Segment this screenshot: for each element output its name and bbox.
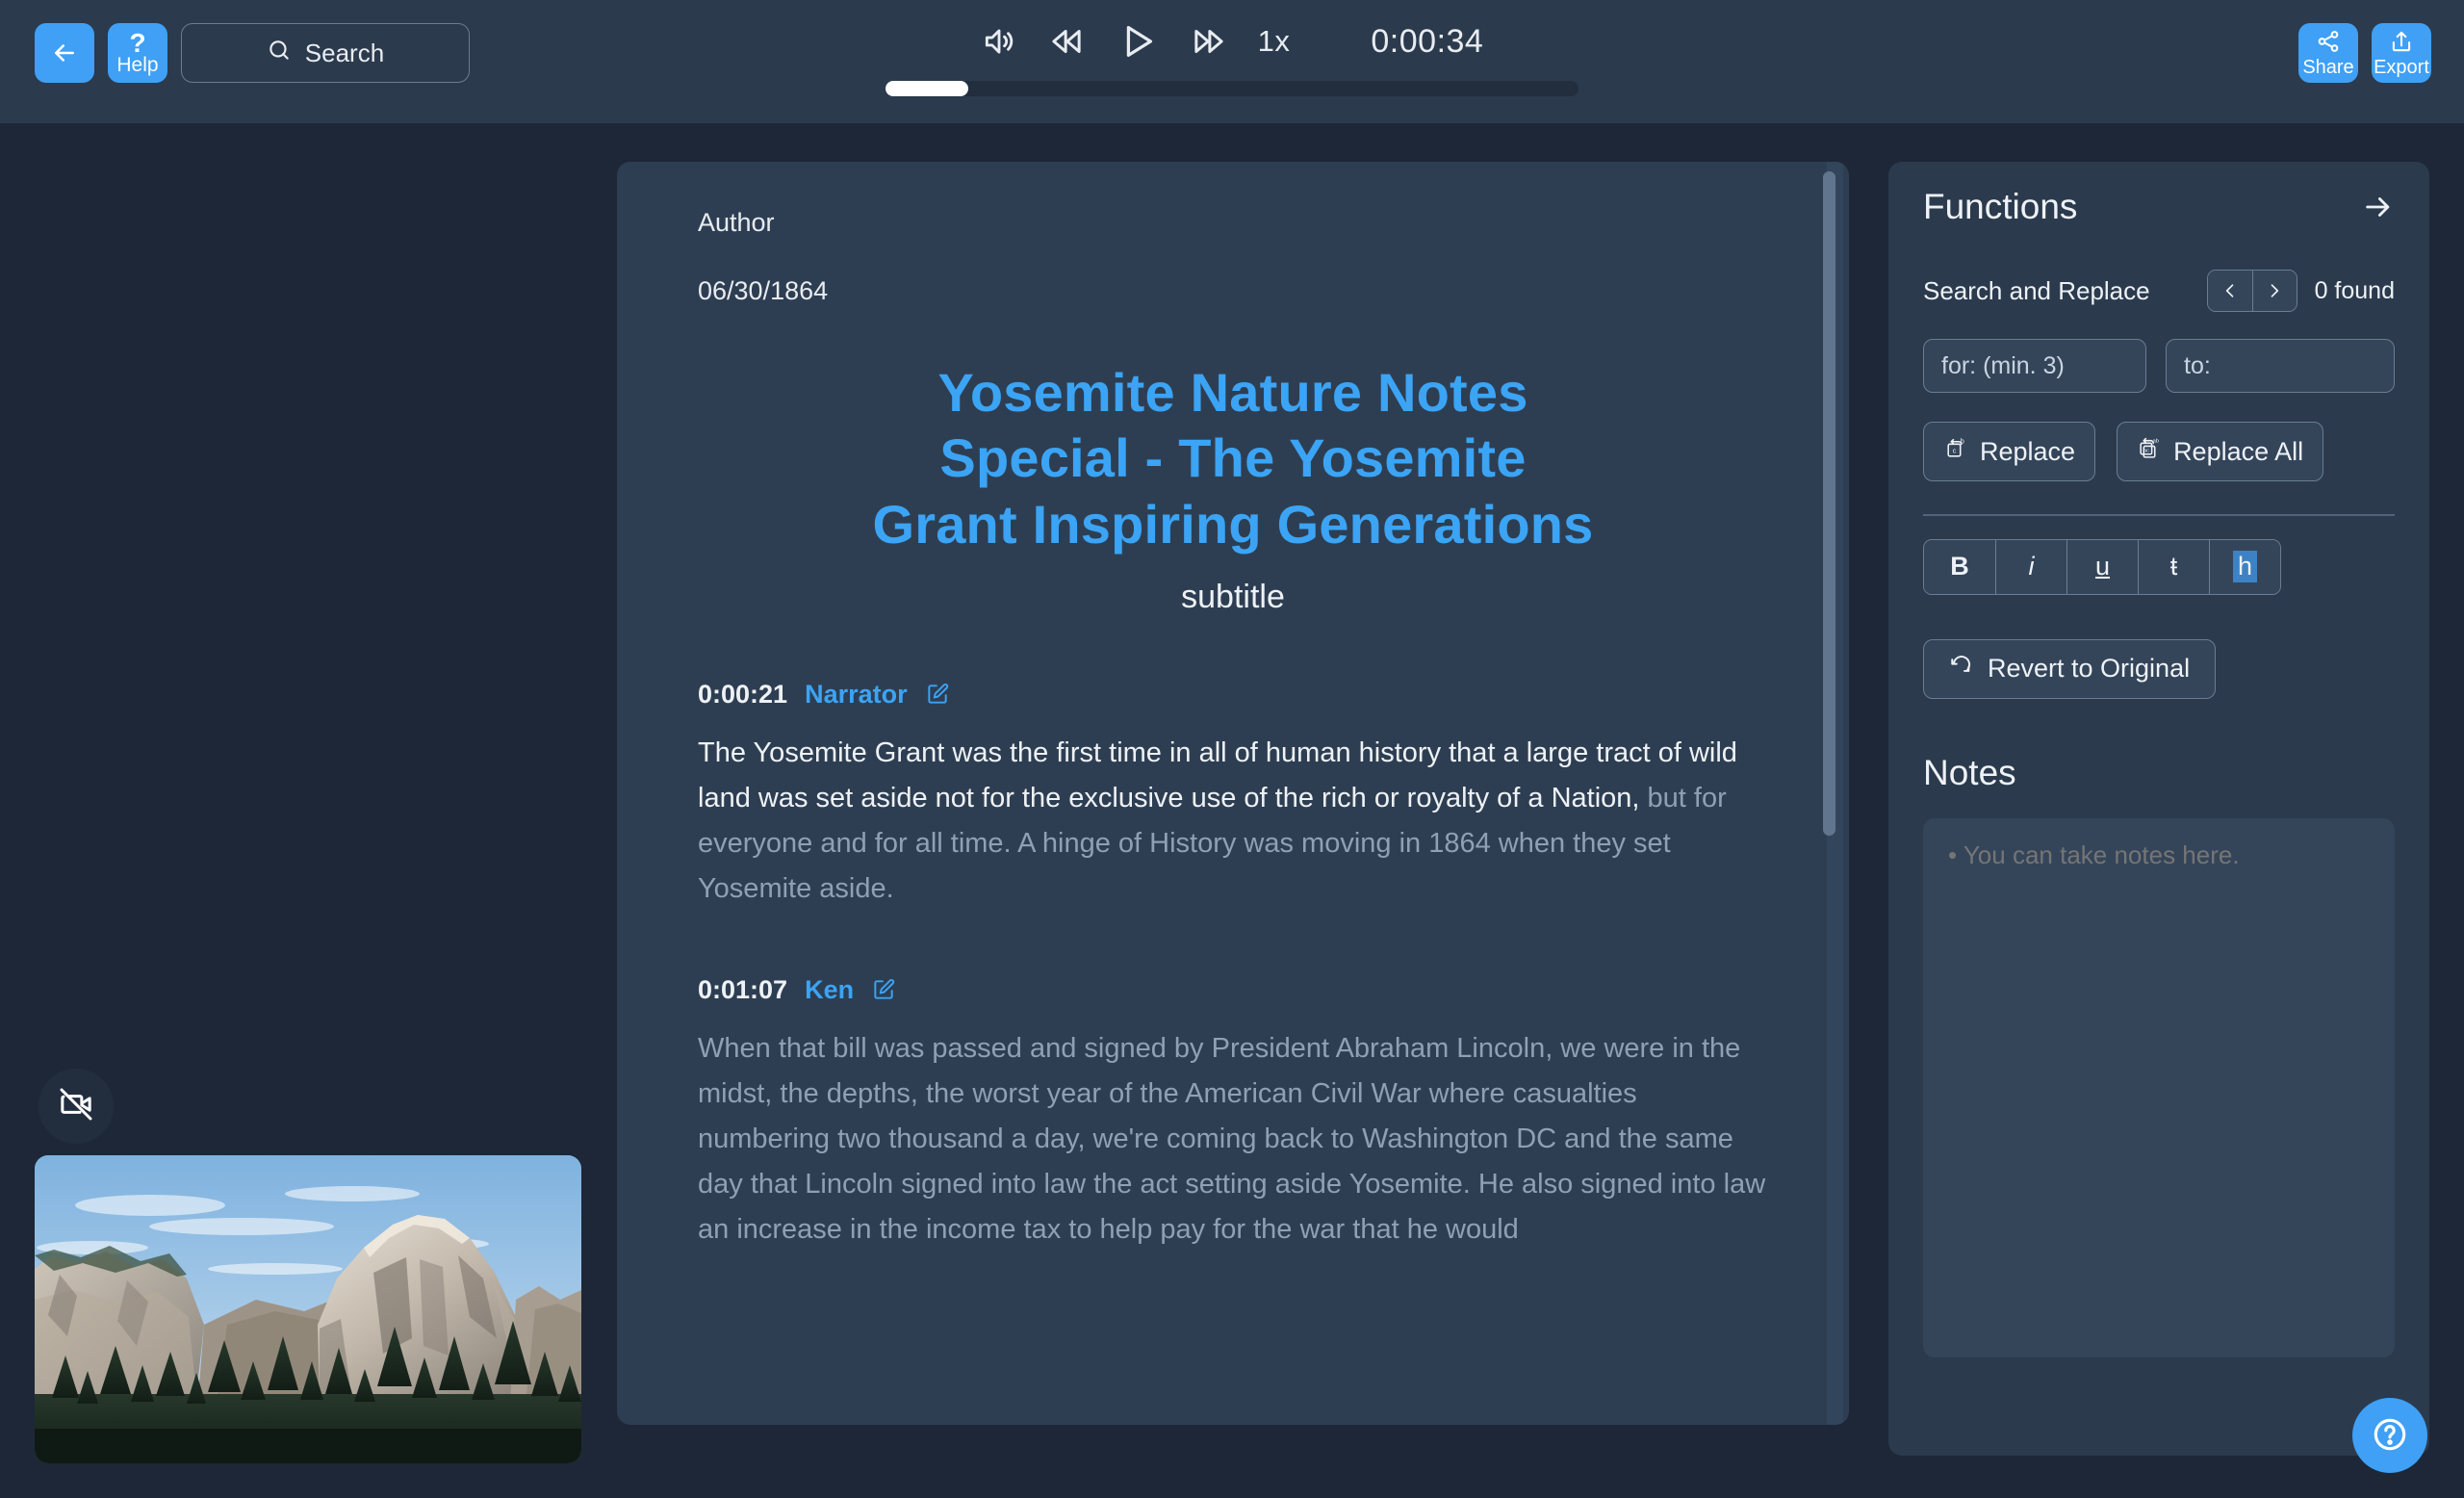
notes-textarea[interactable] xyxy=(1923,817,2395,1357)
transcript-document-card: Author 06/30/1864 Yosemite Nature Notes … xyxy=(617,162,1849,1425)
yosemite-half-dome-image xyxy=(35,1155,581,1463)
bold-button[interactable]: B xyxy=(1924,539,1995,594)
segment-speaker-name[interactable]: Ken xyxy=(805,975,854,1005)
strikethrough-label: ŧ xyxy=(2169,552,2178,581)
revert-button-label: Revert to Original xyxy=(1988,654,2191,683)
segment-text-unspoken: When that bill was passed and signed by … xyxy=(698,1032,1766,1245)
revert-row: Revert to Original xyxy=(1923,618,2395,699)
segment-header: 0:01:07 Ken xyxy=(698,975,1768,1005)
highlight-label: h xyxy=(2232,551,2258,582)
match-navigation xyxy=(2206,270,2297,312)
question-circle-icon xyxy=(2370,1414,2410,1458)
transcript-segment: 0:01:07 Ken When that bill was passed an… xyxy=(698,975,1768,1253)
rewind-icon[interactable] xyxy=(1046,21,1087,62)
functions-title: Functions xyxy=(1923,187,2078,226)
highlight-button[interactable]: h xyxy=(2209,539,2280,594)
progress-bar[interactable] xyxy=(886,81,1578,96)
document-date[interactable]: 06/30/1864 xyxy=(698,276,1768,306)
strikethrough-button[interactable]: ŧ xyxy=(2138,539,2209,594)
replace-all-button[interactable]: ac ab Replace All xyxy=(2117,422,2324,481)
player-buttons-row: 1x 0:00:34 xyxy=(981,12,1484,71)
help-button[interactable]: ? Help xyxy=(108,23,167,83)
replace-button-label: Replace xyxy=(1980,436,2076,466)
help-fab-button[interactable] xyxy=(2352,1398,2427,1473)
replace-buttons-row: c b Replace ac ab Replace All xyxy=(1923,422,2395,481)
svg-text:c: c xyxy=(1953,447,1957,455)
arrow-right-icon[interactable] xyxy=(2362,191,2395,223)
playback-speed[interactable]: 1x xyxy=(1258,24,1291,59)
segment-speaker-name[interactable]: Narrator xyxy=(805,680,908,710)
segment-text[interactable]: The Yosemite Grant was the first time in… xyxy=(698,731,1768,912)
replace-input[interactable] xyxy=(2166,339,2395,393)
edit-speaker-icon[interactable] xyxy=(925,682,950,707)
document-content: Author 06/30/1864 Yosemite Nature Notes … xyxy=(617,162,1849,1425)
document-title-line-2: Special - The Yosemite xyxy=(939,427,1527,489)
next-match-button[interactable] xyxy=(2251,271,2297,311)
underline-button[interactable]: u xyxy=(2066,539,2138,594)
search-icon xyxy=(267,38,292,69)
segment-text-spoken: The Yosemite Grant was the first time in… xyxy=(698,736,1737,814)
toolbar-right-group: Share Export xyxy=(2298,23,2431,83)
share-icon xyxy=(2316,29,2341,57)
svg-text:b: b xyxy=(1961,436,1964,445)
revert-icon xyxy=(1949,653,1974,684)
play-icon[interactable] xyxy=(1116,19,1160,64)
export-button-label: Export xyxy=(2374,56,2429,78)
search-replace-inputs xyxy=(1923,339,2395,393)
document-title-line-1: Yosemite Nature Notes xyxy=(937,362,1528,423)
export-icon xyxy=(2389,29,2414,57)
segment-text[interactable]: When that bill was passed and signed by … xyxy=(698,1026,1768,1253)
notes-title: Notes xyxy=(1923,752,2016,792)
italic-button[interactable]: i xyxy=(1995,539,2066,594)
share-button-label: Share xyxy=(2302,56,2354,78)
replace-all-icon: ac ab xyxy=(2137,436,2161,467)
functions-panel: Functions Search and Replace 0 found for… xyxy=(1888,162,2429,1456)
replace-all-button-label: Replace All xyxy=(2173,436,2304,466)
camera-toggle-button[interactable] xyxy=(38,1069,114,1144)
camera-off-icon xyxy=(57,1085,95,1128)
document-title-line-3: Grant Inspiring Generations xyxy=(872,493,1594,555)
functions-panel-header: Functions xyxy=(1923,187,2395,227)
svg-text:ab: ab xyxy=(2153,438,2159,444)
toolbar-left-group: ? Help Search xyxy=(35,23,470,83)
underline-label: u xyxy=(2094,552,2111,581)
segment-timestamp[interactable]: 0:01:07 xyxy=(698,975,787,1005)
segment-timestamp[interactable]: 0:00:21 xyxy=(698,680,787,710)
help-question-icon: ? xyxy=(129,28,146,58)
search-button-label: Search xyxy=(304,38,385,67)
search-replace-label: Search and Replace xyxy=(1923,275,2150,305)
transcript-segment: 0:00:21 Narrator The Yosemite Grant was … xyxy=(698,680,1768,912)
share-button[interactable]: Share xyxy=(2298,23,2358,83)
edit-speaker-icon[interactable] xyxy=(871,977,896,1002)
segment-header: 0:00:21 Narrator xyxy=(698,680,1768,710)
arrow-left-icon xyxy=(50,39,79,67)
search-button[interactable]: Search xyxy=(181,23,470,83)
export-button[interactable]: Export xyxy=(2372,23,2431,83)
progress-bar-fill xyxy=(886,81,969,96)
volume-icon[interactable] xyxy=(981,23,1017,60)
find-input[interactable] xyxy=(1923,339,2146,393)
bold-label: B xyxy=(1950,552,1969,581)
document-title[interactable]: Yosemite Nature Notes Special - The Yose… xyxy=(698,360,1768,557)
document-author[interactable]: Author xyxy=(698,208,1768,238)
player-controls: 1x 0:00:34 xyxy=(886,12,1578,96)
back-button[interactable] xyxy=(35,23,94,83)
revert-to-original-button[interactable]: Revert to Original xyxy=(1923,638,2217,699)
top-toolbar: ? Help Search 1x 0:00:34 Share Export xyxy=(0,0,2464,123)
format-toolbar: B i u ŧ h xyxy=(1923,538,2281,595)
timecode: 0:00:34 xyxy=(1371,22,1484,60)
match-count-label: 0 found xyxy=(2314,276,2395,304)
replace-button[interactable]: c b Replace xyxy=(1923,422,2096,481)
fast-forward-icon[interactable] xyxy=(1189,21,1229,62)
document-subtitle[interactable]: subtitle xyxy=(698,579,1768,616)
video-thumbnail[interactable] xyxy=(35,1155,581,1463)
help-button-label: Help xyxy=(116,54,159,76)
replace-icon: c b xyxy=(1943,436,1967,467)
italic-label: i xyxy=(2028,552,2035,581)
search-replace-row: Search and Replace 0 found xyxy=(1923,270,2395,312)
svg-text:ac: ac xyxy=(2143,449,2149,454)
functions-divider xyxy=(1923,514,2395,516)
previous-match-button[interactable] xyxy=(2207,271,2252,311)
